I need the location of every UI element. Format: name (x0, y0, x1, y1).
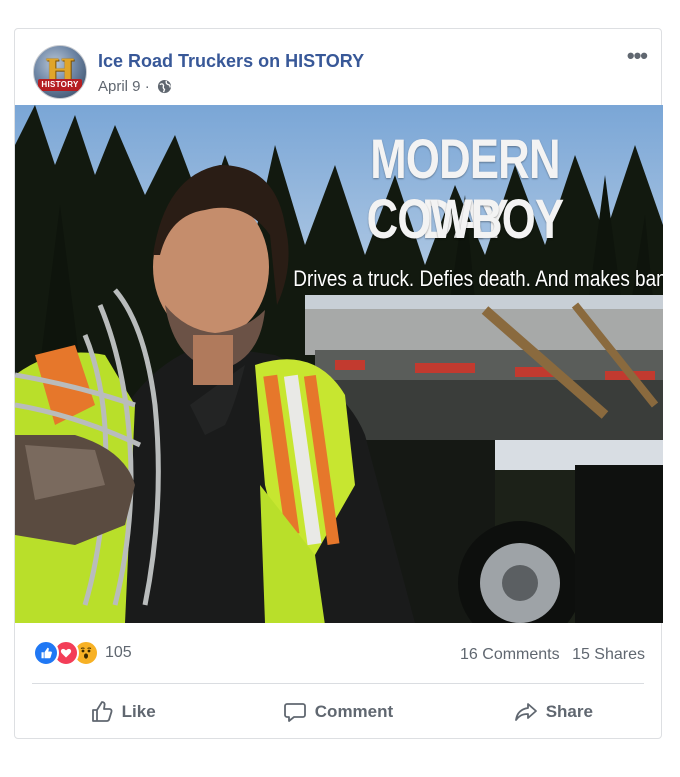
comment-icon (283, 703, 306, 722)
reaction-count: 105 (105, 644, 132, 661)
like-label: Like (121, 702, 156, 721)
more-options-icon[interactable]: ••• (627, 43, 648, 69)
thumbs-up-icon (91, 701, 113, 722)
like-button[interactable]: Like (15, 684, 230, 740)
share-button[interactable]: Share (446, 684, 661, 740)
post-stats: 105 16 Comments 15 Shares (15, 623, 661, 683)
comment-button[interactable]: Comment (230, 684, 445, 740)
headline-line-2: COWBOY (366, 187, 565, 250)
post-card: H HISTORY Ice Road Truckers on HISTORY A… (14, 28, 663, 740)
comments-count-link[interactable]: 16 Comments (460, 646, 560, 663)
meta-separator: · (144, 78, 150, 95)
engagement-counts: 16 Comments 15 Shares (460, 646, 645, 664)
share-arrow-icon (514, 703, 537, 721)
post-meta: April 9 · (98, 78, 172, 98)
comment-label: Comment (314, 702, 394, 721)
globe-icon[interactable] (157, 79, 172, 98)
post-image[interactable]: MODERN DAY COWBOY Drives a truck. Defies… (15, 105, 663, 623)
like-reaction-icon (33, 640, 59, 666)
shares-count-link[interactable]: 15 Shares (572, 646, 645, 663)
share-label: Share (545, 702, 593, 721)
post-header: H HISTORY Ice Road Truckers on HISTORY A… (15, 29, 661, 105)
avatar-wordmark: HISTORY (38, 79, 82, 91)
post-actions: Like Comment Share (15, 684, 661, 740)
image-tagline: Drives a truck. Defies death. And makes … (293, 266, 663, 291)
page-name-link[interactable]: Ice Road Truckers on HISTORY (98, 51, 364, 72)
post-date[interactable]: April 9 (98, 78, 141, 95)
page-avatar[interactable]: H HISTORY (33, 45, 87, 99)
reactions-summary[interactable]: 105 (33, 640, 132, 666)
